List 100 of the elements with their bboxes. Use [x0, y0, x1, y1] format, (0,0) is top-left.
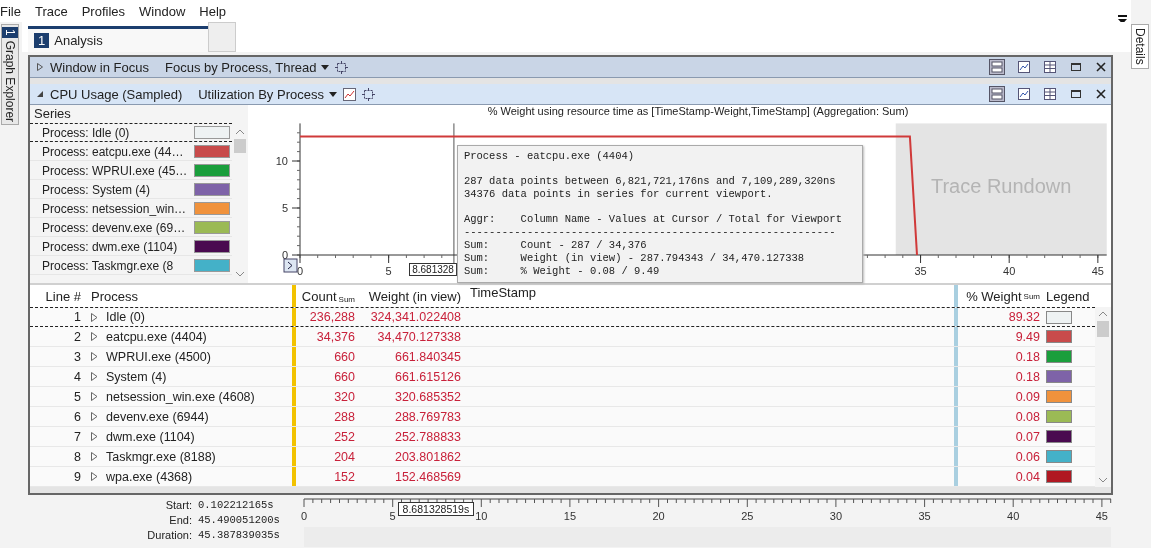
expand-row-icon[interactable] [91, 372, 98, 381]
series-heading: Series [33, 105, 72, 123]
line-number: 4 [73, 369, 82, 384]
menu-item[interactable]: File [0, 3, 21, 19]
count-cell-text: 320 [333, 389, 356, 404]
line-number: 8 [73, 449, 82, 464]
table-row[interactable]: 9 wpa.exe (4368) 152 152.468569 0.04 [30, 467, 1095, 487]
process-cell: devenv.exe (6944) [106, 409, 209, 424]
column-header[interactable]: Count Sum [296, 288, 358, 304]
table-row[interactable]: 5 netsession_win.exe (4608) 320 320.685352 0.09 [30, 387, 1095, 407]
series-item[interactable]: Process: eatcpu.exe (44… [30, 142, 232, 161]
weight-cell-text: 324,341.022408 [369, 310, 462, 324]
details-tab[interactable]: Details [1131, 24, 1149, 69]
y-tick-label: 10 [275, 155, 288, 167]
selection-icon[interactable] [361, 87, 375, 101]
process-cell: eatcpu.exe (4404) [106, 329, 207, 344]
graph-only-icon[interactable] [1017, 87, 1031, 101]
count-cell-text: 660 [333, 369, 356, 384]
table-only-icon[interactable] [1043, 87, 1057, 101]
graph-and-table-icon[interactable] [989, 59, 1005, 75]
expand-row-icon[interactable] [91, 332, 98, 341]
time-range-label: Duration: [146, 528, 193, 541]
count-cell-text: 204 [333, 449, 356, 464]
graph-only-icon[interactable] [1017, 60, 1031, 74]
scroll-up-icon[interactable] [1098, 311, 1108, 317]
tooltip-line: Sum: Weight (in view) - 287.794343 / 34,470.127338 [463, 252, 806, 265]
expand-row-icon[interactable] [91, 412, 98, 421]
line-number: 3 [73, 349, 82, 364]
menu-item[interactable]: Help [199, 3, 227, 19]
table-row[interactable]: 2 eatcpu.exe (4404) 34,376 34,470.127338 9.49 [30, 327, 1095, 347]
menu-item[interactable]: Profiles [81, 3, 126, 19]
panel-title: CPU Usage (Sampled) [50, 86, 183, 102]
preset-dropdown[interactable]: Utilization By Process [198, 86, 337, 102]
timeline-tick-label: 40 [1007, 510, 1020, 522]
percent-weight-cell-text: 0.06 [1014, 449, 1041, 464]
scroll-up-icon[interactable] [235, 129, 245, 135]
column-header[interactable]: Line # [30, 288, 85, 304]
percent-weight-cell-text: 0.09 [1014, 389, 1041, 404]
x-tick-label: 0 [296, 265, 304, 277]
table-row[interactable]: 7 dwm.exe (1104) 252 252.788833 0.07 [30, 427, 1095, 447]
column-header[interactable]: Weight (in view) [358, 288, 464, 304]
series-item[interactable]: Process: System (4) [30, 180, 232, 199]
document-tab[interactable]: 1 Analysis [28, 26, 208, 52]
tooltip-line: Sum: % Weight - 0.08 / 9.49 [463, 265, 661, 278]
series-item[interactable]: Process: devenv.exe (69… [30, 218, 232, 237]
preset-dropdown[interactable]: Focus by Process, Thread [165, 59, 330, 75]
scrollbar-thumb[interactable] [1097, 321, 1109, 337]
close-icon[interactable] [1095, 88, 1107, 100]
column-header[interactable]: Process [85, 288, 292, 304]
close-icon[interactable] [1095, 61, 1107, 73]
count-cell-text: 34,376 [315, 329, 356, 344]
expand-row-icon[interactable] [91, 392, 98, 401]
expand-row-icon[interactable] [91, 432, 98, 441]
menu-item[interactable]: Window [139, 3, 186, 19]
maximize-icon[interactable] [1069, 60, 1083, 74]
series-item[interactable]: Process: netsession_win… [30, 199, 232, 218]
y-tick-label: 0 [281, 249, 288, 261]
expand-row-icon[interactable] [91, 472, 98, 481]
timeline-tick-label: 5 [389, 510, 396, 522]
percent-weight-cell-text: 89.32 [1007, 310, 1041, 324]
expand-axis-icon[interactable] [283, 258, 298, 273]
table-row[interactable]: 6 devenv.exe (6944) 288 288.769783 0.08 [30, 407, 1095, 427]
overflow-menu-icon[interactable] [1118, 14, 1127, 24]
table-row[interactable]: 3 WPRUI.exe (4500) 660 661.840345 0.18 [30, 347, 1095, 367]
scroll-down-icon[interactable] [1098, 477, 1108, 483]
maximize-icon[interactable] [1069, 87, 1083, 101]
column-header[interactable]: Legend [1043, 288, 1095, 304]
weight-cell-text: 661.840345 [393, 349, 462, 364]
table-row[interactable]: 4 System (4) 660 661.615126 0.18 [30, 367, 1095, 387]
time-range-value: 45.490051200s [198, 513, 280, 526]
tooltip-line: Sum: Count - 287 / 34,376 [463, 239, 648, 252]
table-only-icon[interactable] [1043, 60, 1057, 74]
table-row[interactable]: 8 Taskmgr.exe (8188) 204 203.801862 0.06 [30, 447, 1095, 467]
chart-settings-icon[interactable] [342, 87, 356, 101]
selection-icon[interactable] [335, 60, 349, 74]
graph-explorer-tab[interactable]: 1 Graph Explorer [1, 24, 19, 126]
x-tick-label: 45 [1091, 265, 1104, 277]
expand-row-icon[interactable] [91, 352, 98, 361]
column-header[interactable]: TimeStamp [464, 285, 954, 307]
scrollbar-thumb[interactable] [234, 139, 246, 153]
process-cell: WPRUI.exe (4500) [106, 349, 211, 364]
series-item[interactable]: Process: Taskmgr.exe (8 [30, 256, 232, 275]
expander-icon[interactable] [36, 63, 44, 71]
process-cell: netsession_win.exe (4608) [106, 389, 255, 404]
caret-icon [321, 64, 330, 70]
expander-icon[interactable] [36, 90, 44, 98]
series-item[interactable]: Process: Idle (0) [30, 123, 232, 142]
series-item[interactable]: Process: WPRUI.exe (45… [30, 161, 232, 180]
line-number: 6 [73, 409, 82, 424]
weight-cell-text: 288.769783 [393, 409, 462, 424]
tooltip-line: 34376 data points in series for current viewport. [463, 188, 774, 201]
process-cell: Idle (0) [106, 310, 145, 324]
expand-row-icon[interactable] [91, 452, 98, 461]
timeline-tick-label: 35 [918, 510, 931, 522]
scroll-down-icon[interactable] [235, 271, 245, 277]
table-row[interactable]: 1 Idle (0) 236,288 324,341.022408 89.32 [30, 307, 1095, 327]
menu-item[interactable]: Trace [34, 3, 68, 19]
series-item[interactable]: Process: dwm.exe (1104) [30, 237, 232, 256]
tooltip-line: Aggr: Column Name - Values at Cursor / Total for Viewport [463, 213, 843, 226]
graph-and-table-icon[interactable] [989, 86, 1005, 102]
